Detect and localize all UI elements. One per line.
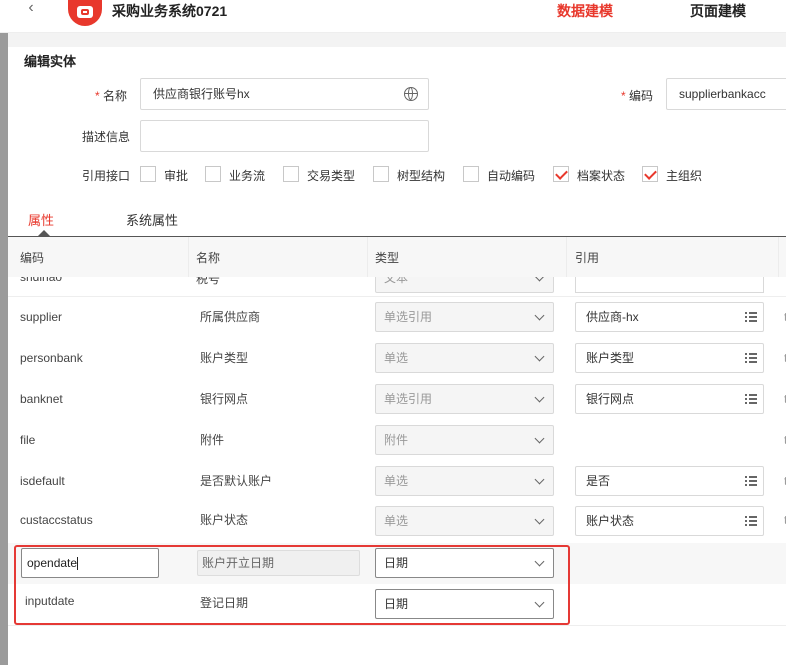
top-tab-data-modeling[interactable]: 数据建模 (557, 1, 613, 21)
table-row: isdefault 是否默认账户 单选 是否 t (8, 461, 786, 503)
back-icon[interactable]: ‹ (20, 0, 42, 16)
list-icon (745, 476, 757, 486)
col-type: 类型 (375, 251, 400, 265)
chevron-down-icon (534, 514, 545, 525)
table-row-partial: shdinao 税号 文本 (8, 277, 786, 297)
checkbox-business-flow[interactable] (205, 166, 221, 182)
type-select[interactable]: 单选 (375, 466, 554, 496)
checkbox-auto-code[interactable] (463, 166, 479, 182)
code-label: * 编码 (621, 89, 654, 103)
list-icon (745, 394, 757, 404)
type-select[interactable]: 单选引用 (375, 302, 554, 332)
checkbox-tree-structure[interactable] (373, 166, 389, 182)
list-icon (745, 516, 757, 526)
chevron-down-icon (534, 474, 545, 485)
code-input[interactable]: supplierbankacc (666, 78, 786, 110)
col-name: 名称 (196, 251, 221, 265)
table-row: banknet 银行网点 单选引用 银行网点 t (8, 379, 786, 421)
chevron-down-icon (534, 433, 545, 444)
type-select[interactable]: 单选 (375, 343, 554, 373)
col-code: 编码 (20, 251, 45, 265)
type-select[interactable]: 单选 (375, 506, 554, 536)
ref-field[interactable]: 银行网点 (575, 384, 764, 414)
section-title: 编辑实体 (24, 54, 77, 69)
list-icon (745, 353, 757, 363)
col-ref: 引用 (575, 251, 600, 265)
checkbox-tree-structure-label: 树型结构 (397, 169, 446, 183)
checkbox-approval-label: 审批 (164, 169, 189, 183)
checkbox-approval[interactable] (140, 166, 156, 182)
name-value: 供应商银行账号hx (153, 87, 250, 101)
ref-field[interactable]: 账户类型 (575, 343, 764, 373)
checkbox-business-flow-label: 业务流 (229, 169, 266, 183)
table-row: file 附件 附件 t (8, 420, 786, 462)
interface-label: 引用接口 (82, 169, 131, 183)
tab-attributes[interactable]: 属性 (28, 210, 54, 229)
chevron-down-icon (534, 351, 545, 362)
panel-top-gap (8, 33, 786, 47)
globe-icon[interactable] (404, 87, 418, 101)
desc-input[interactable] (140, 120, 429, 152)
checkbox-main-org[interactable] (642, 166, 658, 182)
col-separator (188, 237, 189, 277)
name-label: * 名称 (95, 89, 128, 103)
checkbox-archive-status-label: 档案状态 (577, 169, 626, 183)
left-edge-strip (0, 0, 8, 665)
desc-label: 描述信息 (82, 130, 131, 144)
checkbox-auto-code-label: 自动编码 (487, 169, 536, 183)
chevron-down-icon (534, 392, 545, 403)
ref-field[interactable]: 是否 (575, 466, 764, 496)
name-input[interactable]: 供应商银行账号hx (140, 78, 429, 110)
checkbox-archive-status[interactable] (553, 166, 569, 182)
top-tab-page-modeling[interactable]: 页面建模 (690, 1, 746, 21)
table-row: custaccstatus 账户状态 单选 账户状态 t (8, 502, 786, 544)
table-row: personbank 账户类型 单选 账户类型 t (8, 338, 786, 380)
chevron-down-icon (534, 310, 545, 321)
checkbox-trade-type[interactable] (283, 166, 299, 182)
checkbox-trade-type-label: 交易类型 (307, 169, 356, 183)
tab-system-attributes[interactable]: 系统属性 (126, 210, 178, 229)
table-row: supplier 所属供应商 单选引用 供应商-hx t (8, 297, 786, 339)
highlight-box (14, 545, 570, 625)
list-icon (745, 312, 757, 322)
col-separator (367, 237, 368, 277)
checkbox-main-org-label: 主组织 (666, 169, 703, 183)
app-title: 采购业务系统0721 (112, 3, 228, 19)
col-separator (778, 237, 779, 277)
type-select[interactable]: 单选引用 (375, 384, 554, 414)
col-separator (566, 237, 567, 277)
ref-field[interactable]: 账户状态 (575, 506, 764, 536)
ref-field[interactable]: 供应商-hx (575, 302, 764, 332)
type-select[interactable]: 附件 (375, 425, 554, 455)
